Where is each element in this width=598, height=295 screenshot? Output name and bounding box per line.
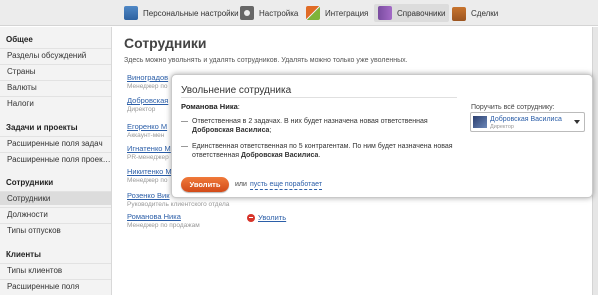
sidebar-item-currencies[interactable]: Валюты (0, 80, 111, 94)
dialog-title: Увольнение сотрудника (181, 85, 292, 96)
fire-button[interactable]: Уволить (181, 177, 229, 192)
dialog-divider (181, 97, 457, 98)
nav-directories[interactable]: Справочники (374, 4, 450, 22)
arrows-icon (306, 6, 320, 20)
sidebar-item-countries[interactable]: Страны (0, 64, 111, 78)
assign-to-label: Поручить всё сотруднику: (471, 104, 555, 111)
employee-row: Добровская Директор (127, 96, 168, 113)
dialog-point-text: Единственная ответственная по 5 контраге… (192, 143, 453, 159)
nav-label: Сделки (471, 8, 499, 18)
chevron-down-icon (574, 120, 580, 124)
nav-label: Справочники (397, 8, 446, 18)
employee-row: Игнатенко М PR-менеджер (127, 144, 171, 161)
page-title: Сотрудники (124, 35, 207, 51)
employee-position: Менеджер по продажам (127, 222, 200, 229)
assignee-name: Добровская Василиса (490, 116, 562, 123)
sidebar-item-taxes[interactable]: Налоги (0, 96, 111, 110)
people-icon (124, 6, 138, 20)
sidebar-item-project-fields[interactable]: Расширенные поля проек… (0, 152, 111, 166)
sidebar: Общее Разделы обсуждений Страны Валюты Н… (0, 27, 112, 295)
employee-row: Егоренко М Аккаунт-мен (127, 122, 167, 139)
keep-working-link[interactable]: пусть еще поработает (250, 181, 323, 190)
employee-position: Директор (127, 106, 156, 113)
employee-position: Руководитель клиентского отдела (127, 201, 230, 208)
sidebar-item-employees[interactable]: Сотрудники (0, 191, 111, 205)
fire-employee-dialog: Увольнение сотрудника Романова Ника: — О… (171, 74, 593, 198)
minus-circle-icon (247, 213, 255, 222)
employee-position: Менеджер по (127, 177, 168, 184)
dialog-point-assignee: Добровская Василиса (240, 152, 319, 159)
sidebar-section-tasks: Задачи и проекты (6, 123, 78, 132)
or-text: или (235, 181, 247, 188)
dialog-point-contractors: — Единственная ответственная по 5 контра… (181, 143, 453, 159)
nav-deals[interactable]: Сделки (452, 4, 498, 22)
sidebar-item-leave-types[interactable]: Типы отпусков (0, 223, 111, 237)
book-icon (378, 6, 392, 20)
assignee-position: Директор (490, 124, 514, 130)
employee-row: Никитенко М Менеджер по (127, 167, 172, 184)
dialog-employee-name-text: Романова Ника (181, 102, 238, 111)
dialog-employee-name: Романова Ника: (181, 102, 240, 111)
nav-label: Настройка (259, 8, 299, 18)
dialog-point-text: Ответственная в 2 задачах. В них будет н… (192, 118, 428, 125)
sidebar-section-clients: Клиенты (6, 250, 41, 259)
avatar (473, 116, 487, 128)
gear-icon (240, 6, 254, 20)
nav-settings[interactable]: Настройка (240, 4, 298, 22)
employee-position: PR-менеджер (127, 154, 169, 161)
sidebar-item-positions[interactable]: Должности (0, 207, 111, 221)
nav-personal-settings[interactable]: Персональные настройки (124, 4, 239, 22)
page-description: Здесь можно увольнять и удалять сотрудни… (124, 57, 408, 64)
employee-name-link[interactable]: Виноградов (127, 73, 168, 82)
sidebar-item-extended-fields[interactable]: Расширенные поля (0, 279, 111, 293)
fire-employee-link[interactable]: Уволить (247, 213, 286, 222)
top-navigation: Персональные настройки Настройка Интегра… (0, 0, 598, 26)
nav-integration[interactable]: Интеграция (306, 4, 368, 22)
sidebar-section-general: Общее (6, 35, 33, 44)
employee-name-link[interactable]: Игнатенко М (127, 144, 171, 153)
employee-position: Менеджер по (127, 83, 168, 90)
sidebar-section-employees: Сотрудники (6, 178, 54, 187)
employee-name-link[interactable]: Добровская (127, 96, 168, 105)
briefcase-icon (452, 7, 466, 21)
nav-label: Персональные настройки (143, 8, 239, 18)
fire-link-label: Уволить (258, 213, 287, 222)
employee-row: Романова Ника Менеджер по продажам (127, 212, 200, 229)
employee-name-link[interactable]: Егоренко М (127, 122, 167, 131)
employee-name-link[interactable]: Никитенко М (127, 167, 172, 176)
employee-name-link[interactable]: Романова Ника (127, 212, 200, 221)
sidebar-item-client-types[interactable]: Типы клиентов (0, 263, 111, 277)
dialog-point-tasks: — Ответственная в 2 задачах. В них будет… (181, 118, 428, 134)
employee-row: Виноградов Менеджер по (127, 73, 168, 90)
nav-label: Интеграция (325, 8, 369, 18)
dialog-point-assignee: Добровская Василиса (192, 127, 270, 134)
assignee-select[interactable]: Добровская Василиса Директор (470, 112, 585, 132)
sidebar-item-discussion-sections[interactable]: Разделы обсуждений (0, 48, 111, 62)
sidebar-item-task-fields[interactable]: Расширенные поля задач (0, 136, 111, 150)
employee-position: Аккаунт-мен (127, 132, 165, 139)
